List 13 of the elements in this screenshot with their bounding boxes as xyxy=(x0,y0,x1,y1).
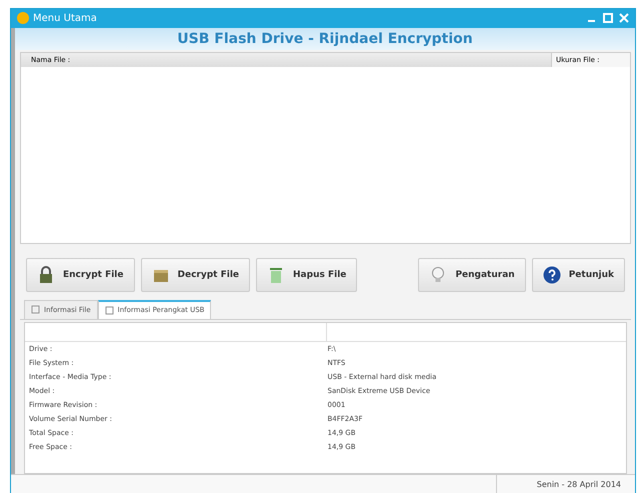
app-icon xyxy=(17,12,29,24)
close-icon[interactable] xyxy=(619,13,629,24)
lock-icon xyxy=(37,266,55,284)
toolbar-button[interactable]: Petunjuk xyxy=(532,258,625,292)
window-title: Menu Utama xyxy=(33,12,98,24)
toolbar-button[interactable]: Hapus File xyxy=(256,258,358,292)
help-icon xyxy=(542,266,561,284)
toolbar-button[interactable]: Encrypt File xyxy=(26,258,134,292)
app-heading: USB Flash Drive - Rijndael Encryption xyxy=(177,30,473,47)
toolbar-button[interactable]: Decrypt File xyxy=(140,258,250,292)
status-date: Senin - 28 April 2014 xyxy=(496,474,635,493)
toolbar-button[interactable]: Pengaturan xyxy=(418,258,526,292)
maximize-icon[interactable] xyxy=(603,13,613,24)
